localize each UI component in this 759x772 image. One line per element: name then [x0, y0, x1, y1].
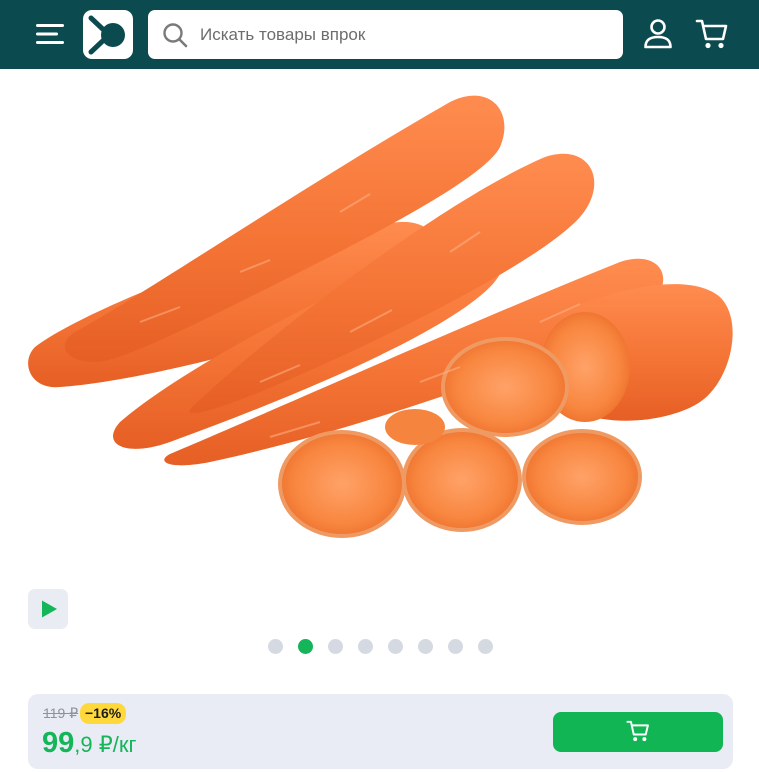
carrots-image	[28, 95, 733, 538]
current-price: 99,9 ₽/кг	[42, 727, 136, 760]
product-image[interactable]	[20, 82, 740, 552]
cart-button[interactable]	[695, 17, 729, 51]
cart-icon	[626, 720, 649, 742]
menu-button[interactable]	[34, 20, 66, 48]
video-button[interactable]	[28, 589, 68, 629]
price-bar: 119 ₽ −16% 99,9 ₽/кг	[28, 694, 733, 769]
gallery-dot-7[interactable]	[448, 639, 463, 654]
gallery-pagination	[268, 639, 493, 654]
gallery-dot-3[interactable]	[328, 639, 343, 654]
price-integer: 99	[42, 727, 75, 759]
discount-badge: −16%	[80, 703, 127, 724]
cart-icon	[695, 19, 728, 49]
gallery-dot-1[interactable]	[268, 639, 283, 654]
profile-button[interactable]	[643, 18, 673, 50]
gallery-dot-5[interactable]	[388, 639, 403, 654]
search-icon	[163, 23, 188, 48]
app-logo[interactable]	[83, 10, 133, 59]
user-icon	[644, 19, 672, 49]
gallery-dot-8[interactable]	[478, 639, 493, 654]
gallery-dot-2[interactable]	[298, 639, 313, 654]
search-input[interactable]	[200, 10, 610, 59]
old-price: 119 ₽	[43, 705, 79, 721]
price-fraction-unit: ,9 ₽/кг	[74, 732, 137, 757]
add-to-cart-button[interactable]	[553, 712, 723, 752]
hamburger-menu-icon	[36, 24, 64, 44]
gallery-dot-6[interactable]	[418, 639, 433, 654]
top-header	[0, 0, 759, 69]
gallery-dot-4[interactable]	[358, 639, 373, 654]
play-icon	[42, 600, 57, 618]
logo-mark-icon	[88, 15, 125, 55]
search-box[interactable]	[148, 10, 623, 59]
